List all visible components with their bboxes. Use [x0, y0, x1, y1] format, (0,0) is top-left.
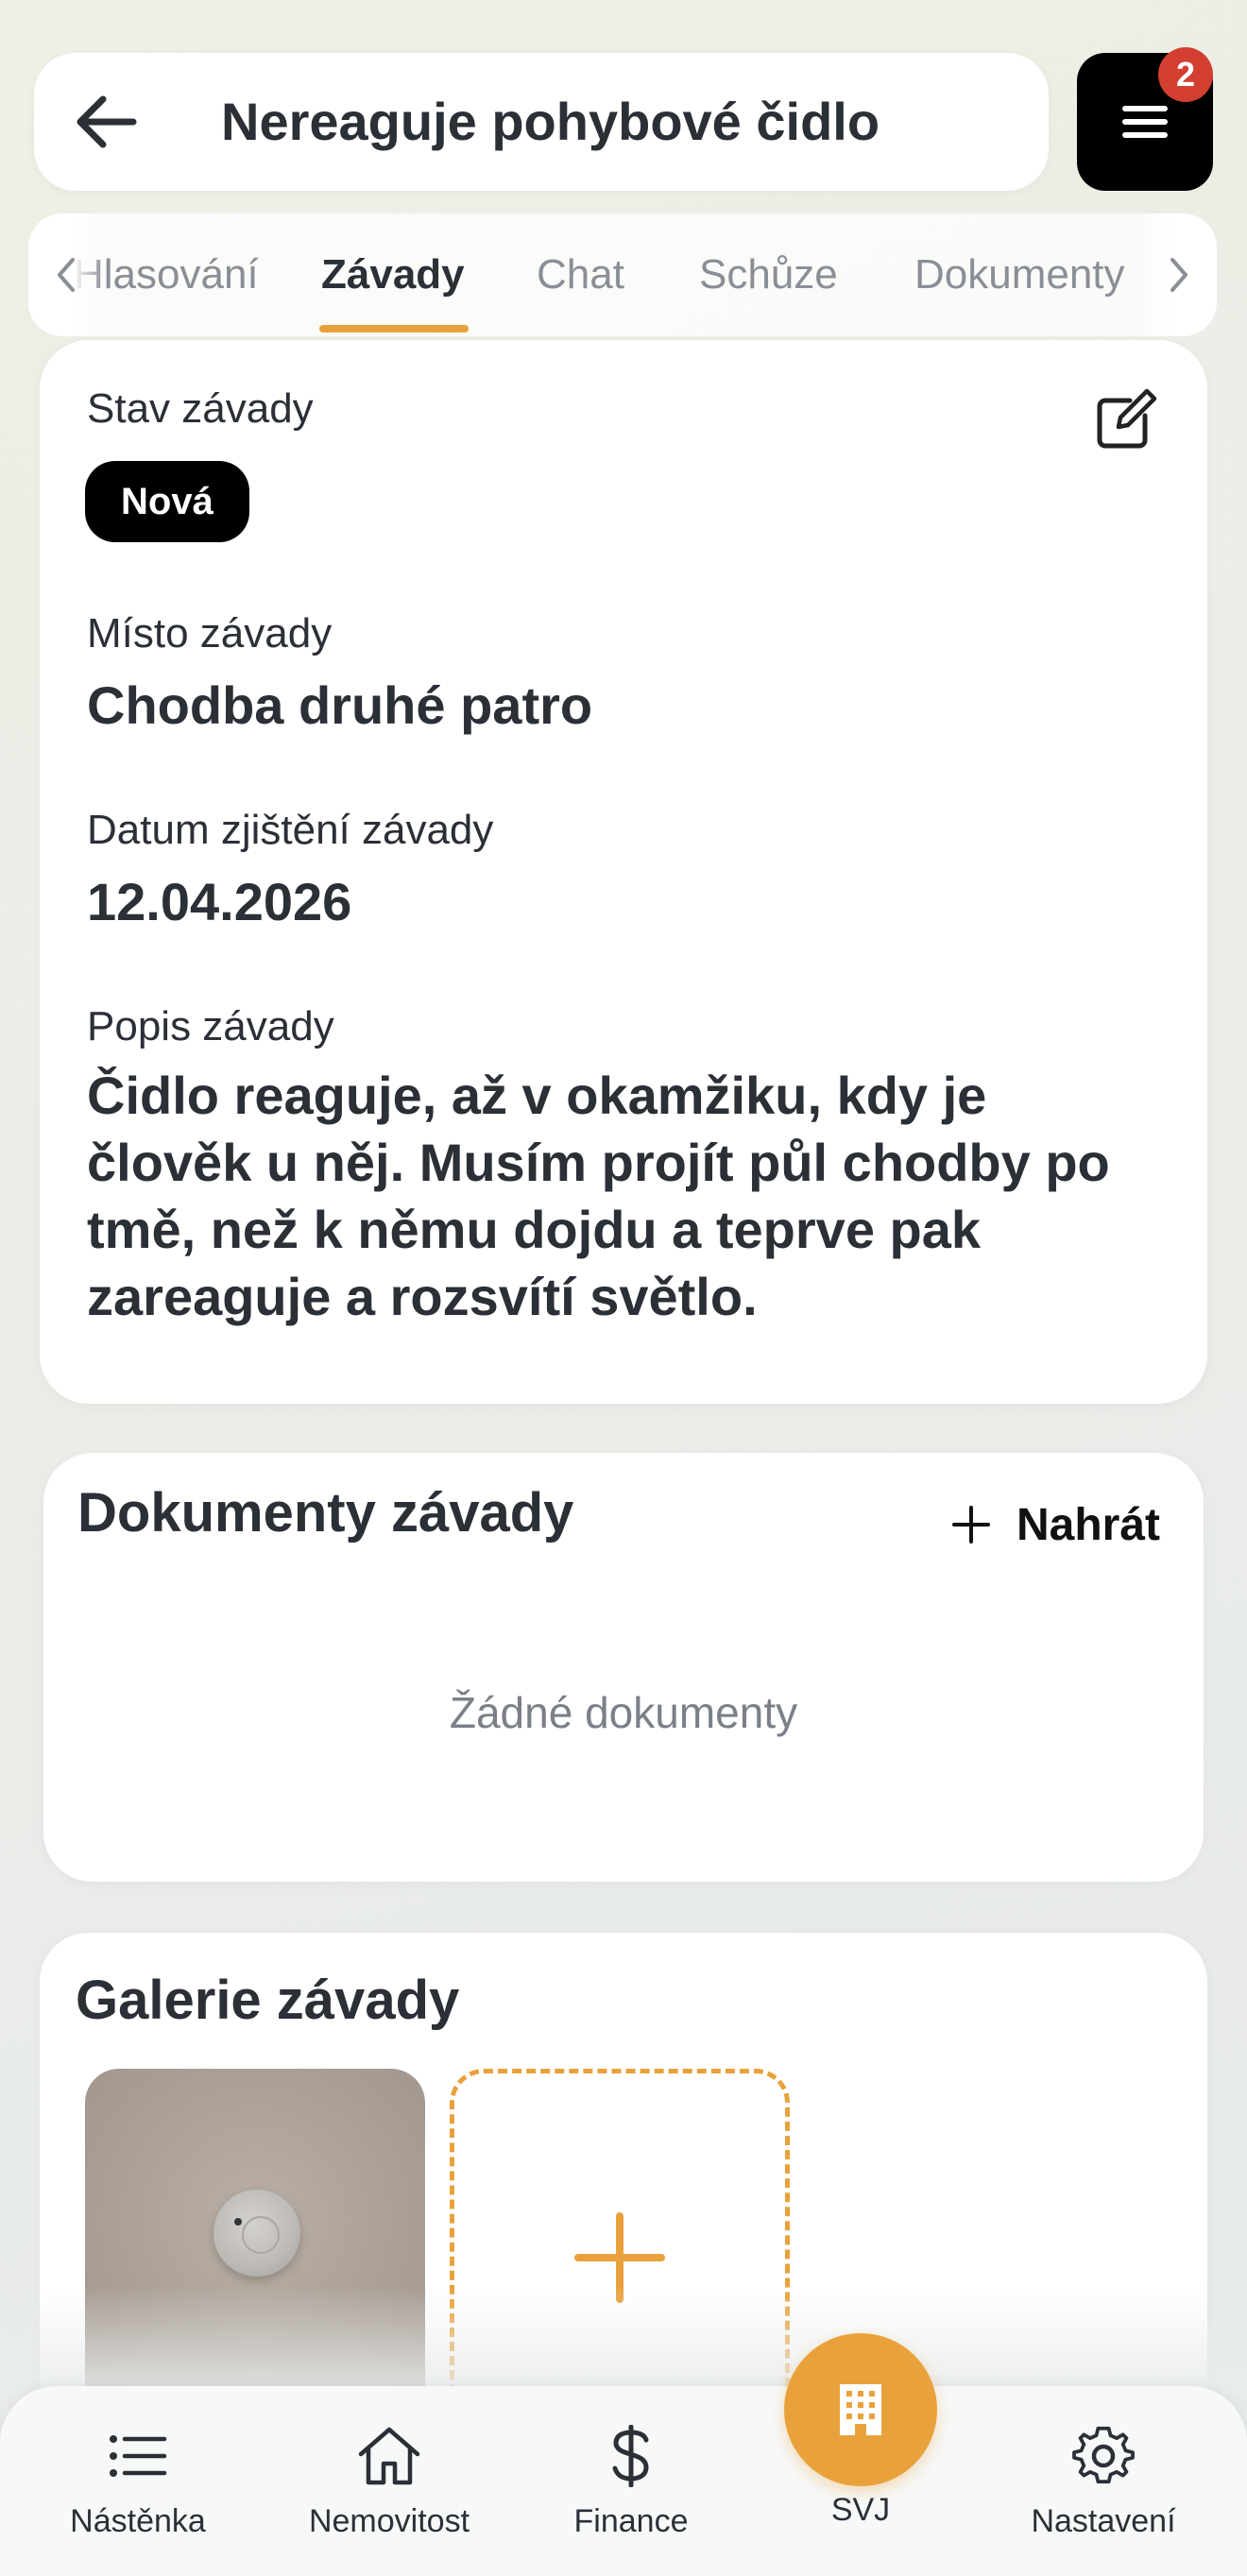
nav-label: Nástěnka [70, 2503, 206, 2539]
bottom-navigation: Nástěnka Nemovitost Finance Nastavení [0, 2386, 1247, 2576]
tab-zavady[interactable]: Závady [321, 213, 465, 336]
documents-title: Dokumenty závady [77, 1482, 574, 1544]
chevron-left-icon [58, 258, 75, 292]
edit-icon [1097, 388, 1157, 449]
tab-bar: Hlasování Závady Chat Schůze Dokumenty [28, 213, 1217, 336]
nav-item-svj[interactable] [784, 2333, 937, 2486]
nav-label: Nemovitost [308, 2503, 470, 2539]
tab-chat[interactable]: Chat [537, 213, 624, 336]
tabs-scroll-right-button[interactable] [1141, 213, 1217, 336]
documents-card: Dokumenty závady Nahrát Žádné dokumenty [43, 1453, 1204, 1882]
gear-icon [1072, 2426, 1135, 2484]
active-tab-indicator [319, 325, 469, 333]
status-label: Stav závady [87, 385, 314, 432]
edit-button[interactable] [1092, 387, 1168, 463]
description-label: Popis závady [87, 1003, 334, 1049]
upload-button[interactable]: Nahrát [952, 1487, 1160, 1562]
date-label: Datum zjištění závady [87, 807, 494, 853]
notification-badge: 2 [1158, 47, 1213, 102]
header-bar: Nereaguje pohybové čidlo [34, 53, 1049, 191]
gallery-title: Galerie závady [76, 1970, 460, 2031]
plus-icon [952, 1506, 990, 1544]
nav-label: Nastavení [1031, 2503, 1176, 2539]
dollar-icon [612, 2425, 649, 2487]
defect-detail-card: Stav závady Nová Místo závady Chodba dru… [40, 340, 1207, 1404]
building-icon [840, 2384, 881, 2435]
bottom-fade [0, 2286, 1247, 2399]
upload-label: Nahrát [1016, 1499, 1161, 1550]
arrow-left-icon [77, 95, 137, 148]
tab-dokumenty[interactable]: Dokumenty [914, 213, 1125, 336]
chevron-right-icon [1170, 258, 1187, 292]
description-value: Čidlo reaguje, až v okamžiku, kdy je člo… [87, 1066, 1110, 1326]
nav-item-nastenka[interactable]: Nástěnka [25, 2386, 251, 2576]
motion-sensor-image [214, 2190, 300, 2277]
status-badge: Nová [85, 461, 249, 542]
nav-label: Finance [573, 2503, 689, 2539]
location-value: Chodba druhé patro [87, 675, 593, 735]
nav-item-nastaveni[interactable]: Nastavení [990, 2386, 1217, 2576]
nav-item-finance[interactable]: Finance [518, 2386, 744, 2576]
back-button[interactable] [72, 89, 140, 155]
list-icon [110, 2435, 167, 2477]
tabs-scroll-left-button[interactable] [28, 213, 104, 336]
date-value: 12.04.2026 [87, 872, 352, 931]
nav-item-nemovitost[interactable]: Nemovitost [276, 2386, 503, 2576]
page-title: Nereaguje pohybové čidlo [221, 92, 880, 151]
empty-documents-text: Žádné dokumenty [449, 1688, 798, 1737]
tab-schuze[interactable]: Schůze [699, 213, 838, 336]
home-icon [358, 2427, 420, 2485]
nav-label-svj: SVJ [830, 2492, 891, 2528]
location-label: Místo závady [87, 610, 333, 657]
hamburger-menu-icon [1122, 106, 1168, 138]
